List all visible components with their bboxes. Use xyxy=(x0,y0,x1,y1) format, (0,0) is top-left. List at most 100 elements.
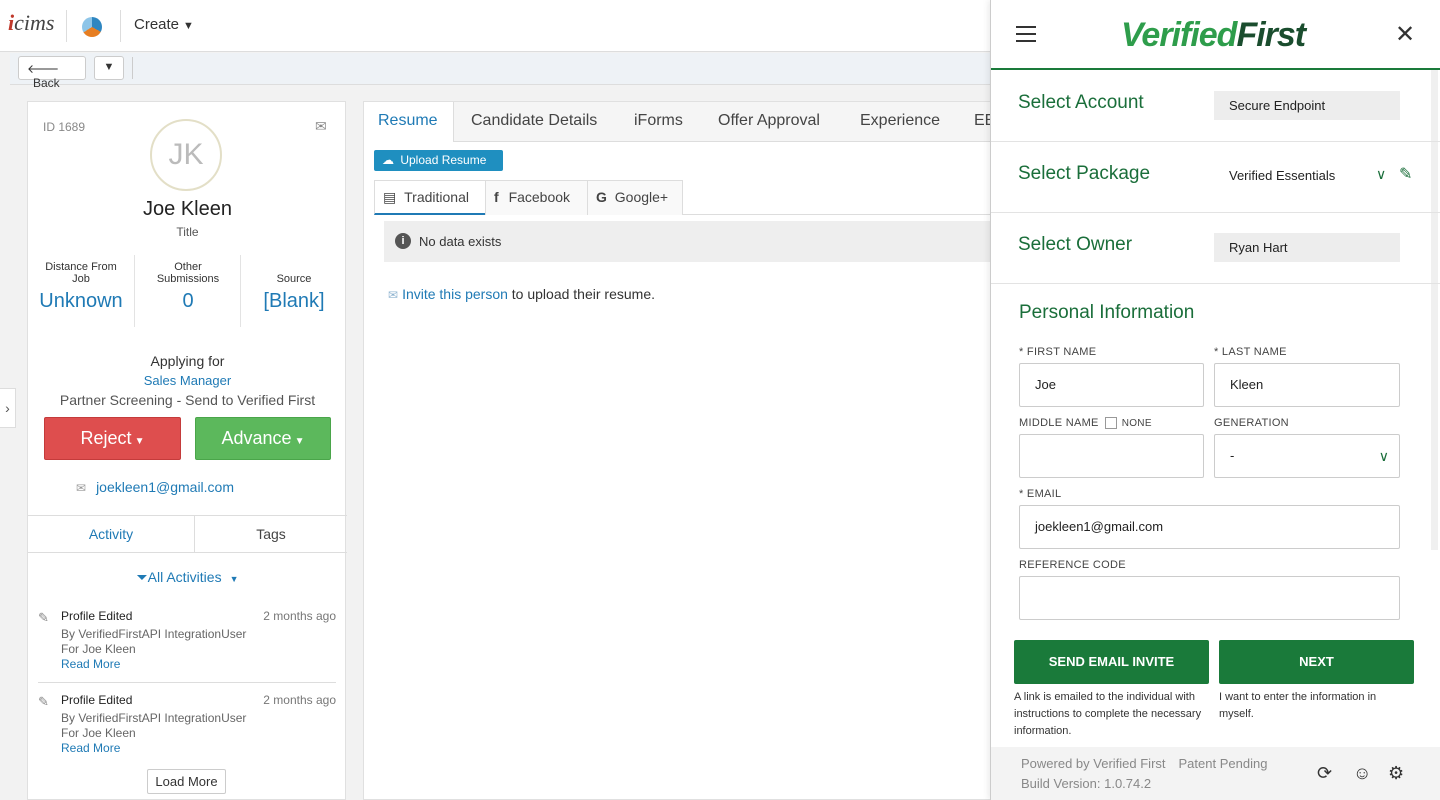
reference-code-label: REFERENCE CODE xyxy=(1019,559,1126,571)
activity-for: For Joe Kleen xyxy=(61,726,136,740)
last-name-label: * LAST NAME xyxy=(1214,346,1287,358)
avatar[interactable]: JK xyxy=(150,119,222,191)
email-label: * EMAIL xyxy=(1019,488,1062,500)
activity-filter[interactable]: ⏷All Activities ▼ xyxy=(28,569,347,586)
toolbar: 🡐 Back ▼ xyxy=(10,53,990,90)
tab-google-plus[interactable]: G Google+ xyxy=(587,180,683,215)
verified-first-logo: VerifiedFirst xyxy=(1121,16,1306,55)
select-account-row: Select Account Secure Endpoint xyxy=(991,72,1440,142)
read-more-link[interactable]: Read More xyxy=(61,741,120,755)
next-button[interactable]: NEXT xyxy=(1219,640,1414,684)
stat-value[interactable]: [Blank] xyxy=(241,290,347,313)
expand-sidebar-toggle[interactable]: › xyxy=(0,388,16,428)
facebook-icon: f xyxy=(494,189,499,205)
chevron-down-icon: ∨ xyxy=(1378,448,1389,464)
none-label: NONE xyxy=(1121,418,1152,429)
none-checkbox[interactable] xyxy=(1104,417,1117,430)
next-help-text: I want to enter the information in mysel… xyxy=(1219,691,1377,720)
activity-title: Profile Edited xyxy=(61,693,133,707)
powered-by-text: Powered by Verified First xyxy=(1021,756,1166,771)
upload-resume-button[interactable]: ☁ Upload Resume xyxy=(374,150,503,171)
candidate-title: Title xyxy=(176,225,199,239)
cloud-upload-icon: ☁ xyxy=(382,153,394,167)
refresh-icon[interactable]: ⟳ xyxy=(1317,763,1332,784)
tab-activity[interactable]: Activity xyxy=(28,516,194,553)
support-agent-icon[interactable]: ☺ xyxy=(1353,763,1371,784)
generation-select[interactable]: - ∨ xyxy=(1214,434,1400,478)
select-package-value[interactable]: Verified Essentials xyxy=(1229,168,1335,183)
logo-visual: cims xyxy=(14,10,55,35)
envelope-icon: ✉ xyxy=(76,481,87,495)
advance-button[interactable]: Advance ▼ xyxy=(195,417,331,460)
tab-candidate-details[interactable]: Candidate Details xyxy=(471,102,597,142)
close-icon[interactable]: ✕ xyxy=(1395,20,1415,49)
read-more-link[interactable]: Read More xyxy=(61,657,120,671)
job-title-link[interactable]: Sales Manager xyxy=(28,373,347,388)
gear-icon[interactable]: ⚙ xyxy=(1388,763,1404,784)
chevron-right-icon: › xyxy=(5,400,10,416)
upload-label: Upload Resume xyxy=(400,153,487,167)
send-email-invite-button[interactable]: SEND EMAIL INVITE xyxy=(1014,640,1209,684)
no-data-text: No data exists xyxy=(419,234,502,249)
no-data-banner: i No data exists xyxy=(384,221,991,262)
tab-experience[interactable]: Experience xyxy=(860,102,940,142)
divider xyxy=(66,10,67,42)
reference-code-field[interactable] xyxy=(1019,576,1400,620)
tab-resume[interactable]: Resume xyxy=(364,102,454,142)
select-package-row: Select Package Verified Essentials ∨ ✎ xyxy=(991,142,1440,213)
tab-label: Google+ xyxy=(614,189,669,205)
select-owner-value[interactable]: Ryan Hart xyxy=(1214,233,1400,262)
tab-traditional[interactable]: ▤ Traditional xyxy=(374,180,486,215)
chevron-down-icon: ▼ xyxy=(103,61,115,73)
app-switcher-icon[interactable] xyxy=(82,17,102,37)
icims-logo[interactable]: iicimscims xyxy=(8,10,54,36)
logo-part-verified: Verified xyxy=(1121,16,1237,54)
build-version: Build Version: 1.0.74.2 xyxy=(1021,776,1152,791)
back-label: Back xyxy=(33,76,60,90)
caret-down-icon: ▼ xyxy=(134,436,145,447)
panel-header: VerifiedFirst ✕ xyxy=(991,0,1440,70)
middle-name-label-row: MIDDLE NAME NONE xyxy=(1019,417,1152,430)
select-account-label: Select Account xyxy=(1018,92,1144,113)
email-field[interactable]: joekleen1@gmail.com xyxy=(1019,505,1400,549)
tab-facebook[interactable]: f Facebook xyxy=(485,180,588,215)
stat-value[interactable]: Unknown xyxy=(28,290,134,313)
personal-information-title: Personal Information xyxy=(1019,302,1195,323)
activity-item: ✎ Profile Edited 2 months ago By Verifie… xyxy=(38,609,336,689)
stat-value[interactable]: 0 xyxy=(135,290,241,313)
tab-tags[interactable]: Tags xyxy=(194,516,347,553)
load-more-button[interactable]: Load More xyxy=(147,769,226,794)
workflow-status: Partner Screening - Send to Verified Fir… xyxy=(59,392,316,408)
select-account-value[interactable]: Secure Endpoint xyxy=(1214,91,1400,120)
chevron-down-icon[interactable]: ∨ xyxy=(1376,166,1386,183)
edit-icon: ✎ xyxy=(38,694,49,709)
middle-name-field[interactable] xyxy=(1019,434,1204,478)
verified-first-panel: VerifiedFirst ✕ Select Account Secure En… xyxy=(990,0,1440,800)
invite-link[interactable]: Invite this person xyxy=(402,286,508,302)
generation-label: GENERATION xyxy=(1214,417,1289,429)
resume-source-tabs: ▤ Traditional f Facebook G Google+ xyxy=(374,180,991,215)
pencil-edit-icon[interactable]: ✎ xyxy=(1399,164,1412,184)
footer-credits: Powered by Verified First Patent Pending xyxy=(1021,756,1267,771)
tab-iforms[interactable]: iForms xyxy=(634,102,683,142)
reject-button[interactable]: Reject ▼ xyxy=(44,417,181,460)
open-envelope-icon[interactable]: ✉ xyxy=(315,118,327,135)
last-name-field[interactable]: Kleen xyxy=(1214,363,1400,407)
more-dropdown-button[interactable]: ▼ xyxy=(94,56,124,80)
first-name-label: * FIRST NAME xyxy=(1019,346,1097,358)
stat-label: Source xyxy=(276,273,312,285)
tab-offer-approval[interactable]: Offer Approval xyxy=(718,102,820,142)
stat-label: Distance From Job xyxy=(45,261,117,285)
create-menu[interactable]: Create ▼ xyxy=(134,16,194,33)
activity-for: For Joe Kleen xyxy=(61,642,136,656)
back-button[interactable]: 🡐 Back xyxy=(18,56,86,90)
edit-icon: ✎ xyxy=(38,610,49,625)
arrow-left-icon: 🡐 xyxy=(27,62,60,76)
stat-label: Other Submissions xyxy=(156,261,220,285)
tab-label: Traditional xyxy=(404,189,469,205)
divider xyxy=(120,10,121,42)
first-name-field[interactable]: Joe xyxy=(1019,363,1204,407)
candidate-email-link[interactable]: joekleen1@gmail.com xyxy=(96,479,234,495)
caret-down-icon: ▼ xyxy=(229,574,239,584)
hamburger-menu-icon[interactable] xyxy=(1016,26,1036,42)
